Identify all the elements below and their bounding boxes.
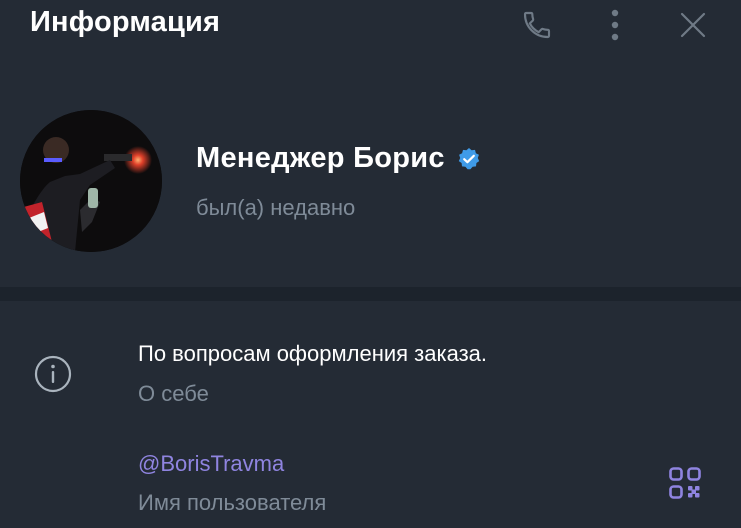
username-link[interactable]: @BorisTravma <box>138 451 284 477</box>
last-seen-status: был(а) недавно <box>196 195 356 220</box>
username-label: Имя пользователя <box>138 490 327 515</box>
avatar[interactable] <box>20 110 162 252</box>
bio-text: По вопросам оформления заказа. <box>138 341 488 366</box>
info-panel: Информация Менеджер Борис был(а) недавно… <box>0 0 741 528</box>
info-icon <box>32 353 74 395</box>
more-options-button[interactable] <box>598 8 632 42</box>
panel-title: Информация <box>30 6 221 38</box>
name-row: Менеджер Борис <box>196 142 481 175</box>
avatar-image <box>20 110 162 252</box>
close-icon <box>680 12 706 38</box>
qr-code-icon <box>669 467 701 499</box>
verified-badge-icon <box>457 147 481 171</box>
call-button[interactable] <box>520 8 554 42</box>
bio-label: О себе <box>138 381 209 406</box>
close-button[interactable] <box>676 8 710 42</box>
phone-icon <box>523 11 551 39</box>
qr-code-button[interactable] <box>668 466 702 500</box>
profile-section: Менеджер Борис был(а) недавно <box>0 100 741 270</box>
more-vertical-icon <box>611 9 619 41</box>
section-divider <box>0 287 741 301</box>
panel-header: Информация <box>0 0 741 52</box>
profile-name: Менеджер Борис <box>196 142 445 174</box>
